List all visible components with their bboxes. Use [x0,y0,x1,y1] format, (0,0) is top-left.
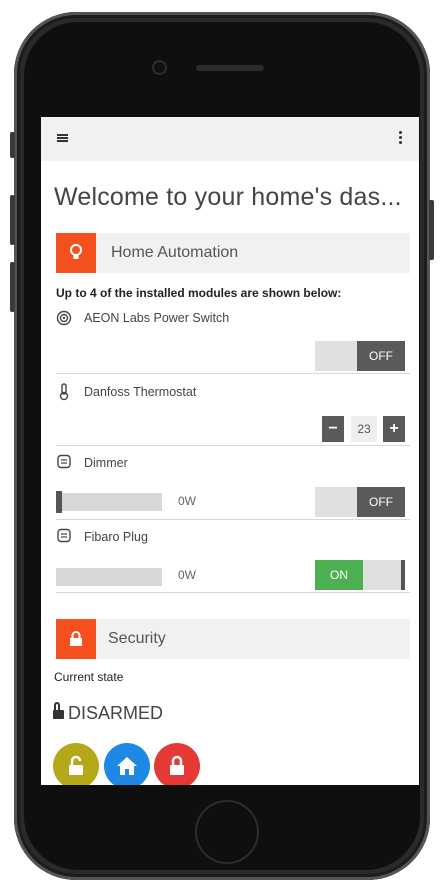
power-reading: 0W [178,494,196,508]
thermostat-setpoint: 23 [351,416,377,442]
current-state-label: Current state [54,670,124,684]
more-options-icon[interactable] [399,131,402,145]
thermometer-icon [56,383,72,401]
volume-up-button [10,195,15,245]
volume-down-button [10,262,15,312]
divider [56,592,410,593]
lock-icon [170,755,184,775]
hamburger-menu-icon[interactable] [57,134,68,142]
mute-switch [10,132,15,158]
security-status-value: DISARMED [68,703,164,723]
dimmer-slider[interactable] [56,491,162,513]
fibaro-plug-toggle[interactable]: ON [315,560,405,590]
module-name: Danfoss Thermostat [84,385,197,399]
slider-thumb[interactable] [56,491,62,513]
security-header: Security [56,619,410,659]
arm-button[interactable] [154,743,200,785]
power-reading: 0W [178,568,196,582]
increase-button[interactable]: + [383,416,405,442]
disarm-button[interactable] [53,743,99,785]
power-button [429,200,434,260]
lightbulb-icon [56,233,96,273]
divider [56,445,410,446]
unlock-icon [53,702,64,719]
front-camera [154,62,165,73]
dimmer-toggle[interactable]: OFF [315,487,405,517]
earpiece-speaker [196,65,264,71]
module-name: Dimmer [84,456,128,470]
plug-icon [56,528,72,544]
page-title: Welcome to your home's das... [54,183,402,211]
home-mode-button[interactable] [104,743,150,785]
modules-info-text: Up to 4 of the installed modules are sho… [56,286,342,300]
home-automation-header: Home Automation [56,233,410,273]
toggle-state-label: OFF [357,341,405,371]
power-switch-icon [56,310,72,326]
lock-icon [56,619,96,659]
module-name: Fibaro Plug [84,530,148,544]
toggle-state-label: OFF [357,487,405,517]
decrease-button[interactable]: − [322,416,344,442]
app-toolbar [41,117,419,161]
plug-icon [56,454,72,470]
home-automation-label: Home Automation [111,244,239,261]
module-name: AEON Labs Power Switch [84,311,230,325]
divider [56,519,410,520]
toggle-state-label: ON [315,560,363,590]
phone-home-button[interactable] [195,800,259,864]
unlock-icon [69,755,83,775]
security-status: DISARMED [53,702,164,724]
power-switch-toggle[interactable]: OFF [315,341,405,371]
app-screen: Welcome to your home's das... Home Autom… [41,117,419,785]
security-label: Security [108,630,166,647]
toggle-knob [401,560,405,590]
power-bar [56,568,162,586]
home-icon [117,757,137,775]
divider [56,373,410,374]
